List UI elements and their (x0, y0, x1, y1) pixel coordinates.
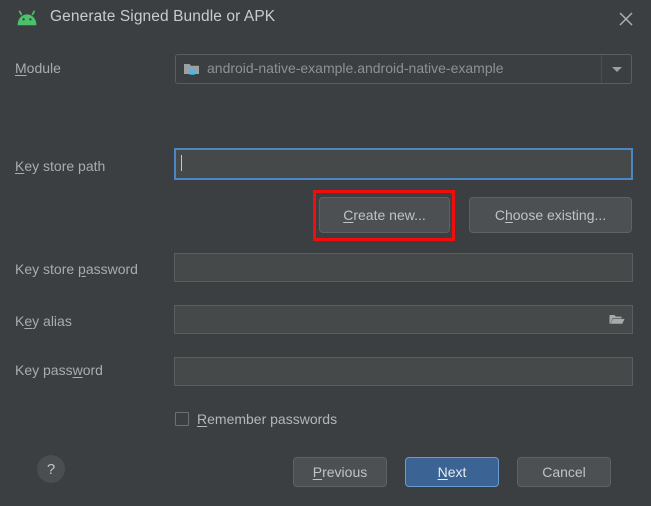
choose-existing-button[interactable]: Choose existing... (469, 197, 632, 233)
key-alias-label-prefix: K (15, 313, 25, 329)
help-icon[interactable]: ? (37, 455, 65, 483)
module-dropdown-button[interactable] (601, 55, 631, 83)
module-combobox[interactable]: android-native-example.android-native-ex… (175, 54, 632, 84)
key-alias-input[interactable] (174, 305, 633, 334)
checkbox-box (175, 412, 189, 426)
key-store-path-label-mnemonic: K (15, 158, 25, 174)
key-alias-label-rest: y alias (32, 313, 72, 329)
page-title: Generate Signed Bundle or APK (50, 8, 276, 25)
next-label: ext (447, 464, 467, 480)
remember-passwords-label: Remember passwords (197, 411, 337, 427)
remember-passwords-mnemonic: R (197, 411, 208, 427)
remember-passwords-label-rest: emember passwords (207, 411, 338, 427)
cancel-label: Cancel (542, 464, 586, 480)
choose-existing-label: oose existing... (512, 207, 607, 223)
key-store-password-label: Key store password (15, 261, 138, 277)
next-button[interactable]: Next (405, 457, 499, 487)
create-new-label: reate new... (353, 207, 426, 223)
generate-signed-bundle-dialog: Generate Signed Bundle or APK Module and… (0, 0, 651, 506)
key-store-path-label-rest: ey store path (24, 158, 106, 174)
next-mnemonic: N (437, 464, 448, 480)
key-store-path-label: Key store path (15, 158, 105, 174)
key-store-password-label-mnemonic: p (78, 261, 86, 277)
create-new-button[interactable]: Create new... (319, 197, 450, 233)
key-password-label-prefix: Key pass (15, 362, 73, 378)
choose-existing-prefix: C (494, 207, 505, 223)
key-store-path-input[interactable] (174, 148, 633, 180)
choose-existing-mnemonic: h (504, 207, 513, 223)
close-icon[interactable] (615, 8, 637, 30)
key-password-label-mnemonic: w (72, 362, 83, 378)
previous-label: revious (322, 464, 368, 480)
dialog-titlebar: Generate Signed Bundle or APK (0, 0, 651, 38)
chevron-down-icon (611, 67, 622, 72)
folder-open-icon[interactable] (608, 311, 626, 327)
module-label-mnemonic: M (15, 60, 27, 76)
module-label: Module (15, 60, 61, 76)
key-store-password-label-prefix: Key store (15, 261, 79, 277)
previous-mnemonic: P (312, 464, 323, 480)
key-store-password-input[interactable] (174, 253, 633, 282)
help-glyph: ? (46, 460, 56, 478)
previous-button[interactable]: Previous (293, 457, 387, 487)
android-robot-icon (15, 9, 39, 29)
key-password-label-rest: ord (82, 362, 103, 378)
create-new-mnemonic: C (343, 207, 354, 223)
key-alias-label: Key alias (15, 313, 72, 329)
module-label-rest: odule (26, 60, 61, 76)
key-password-label: Key password (15, 362, 103, 378)
key-password-input[interactable] (174, 357, 633, 386)
text-caret (181, 155, 182, 171)
remember-passwords-checkbox[interactable]: Remember passwords (175, 409, 337, 429)
module-folder-icon (183, 61, 200, 77)
cancel-button[interactable]: Cancel (517, 457, 611, 487)
module-selected-value: android-native-example.android-native-ex… (207, 60, 504, 76)
key-store-password-label-rest: assword (85, 261, 138, 277)
key-alias-label-mnemonic: e (24, 313, 33, 329)
